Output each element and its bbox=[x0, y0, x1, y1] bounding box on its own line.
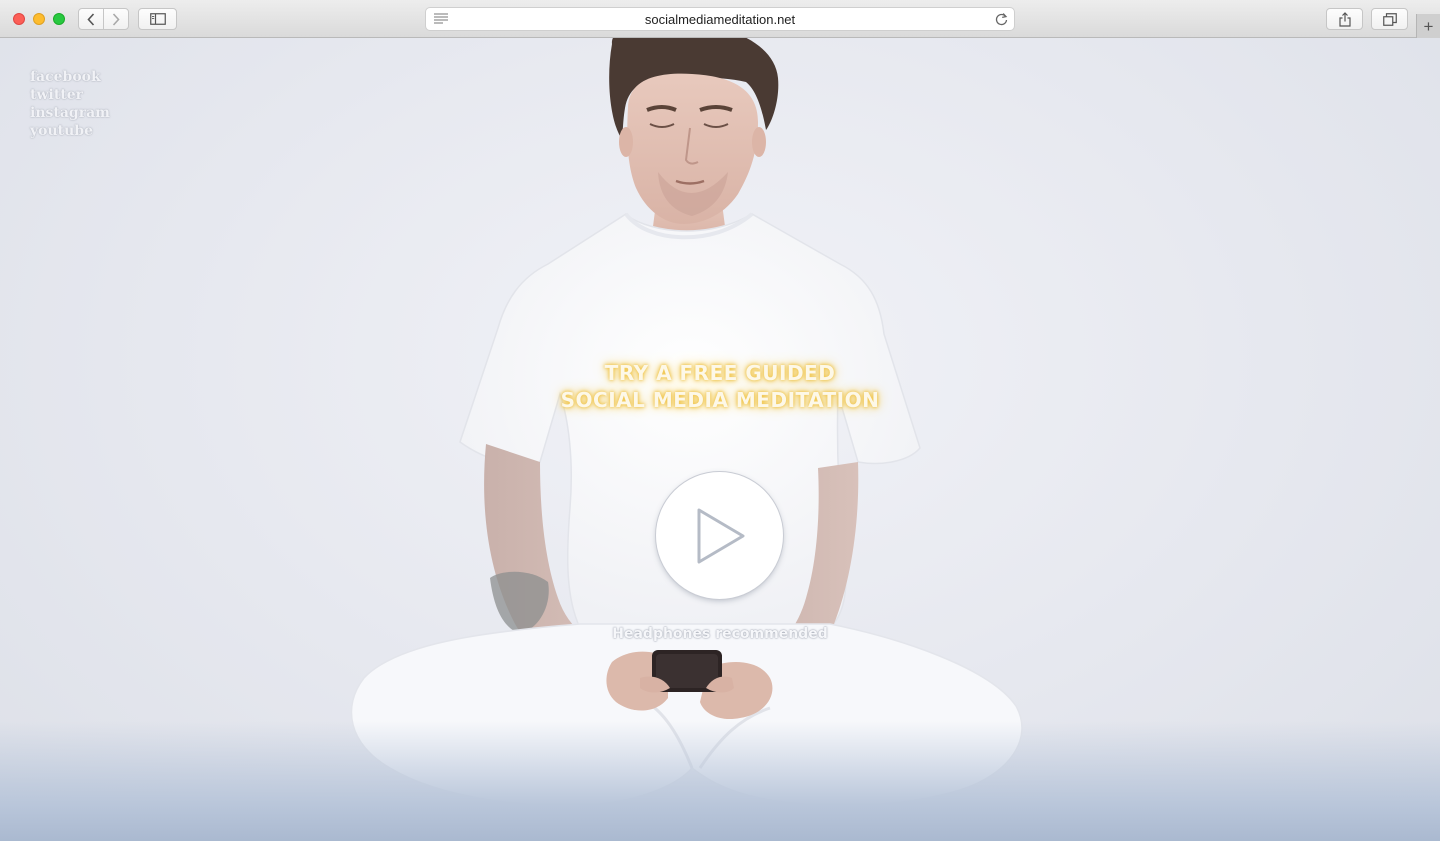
headline-line-2: SOCIAL MEDIA MEDITATION bbox=[560, 388, 880, 412]
chevron-left-icon bbox=[87, 12, 95, 26]
hero-headline: TRY A FREE GUIDED SOCIAL MEDIA MEDITATIO… bbox=[0, 360, 1440, 414]
zoom-window-button[interactable] bbox=[53, 13, 65, 25]
plus-icon: + bbox=[1423, 16, 1434, 36]
tabs-overview-button[interactable] bbox=[1371, 8, 1408, 30]
address-bar[interactable]: socialmediameditation.net bbox=[425, 7, 1015, 31]
browser-window: socialmediameditation.net + facebook twi… bbox=[0, 0, 1440, 841]
play-meditation-button[interactable] bbox=[656, 472, 783, 599]
twitter-link[interactable]: twitter bbox=[30, 86, 110, 104]
share-button[interactable] bbox=[1326, 8, 1363, 30]
minimize-window-button[interactable] bbox=[33, 13, 45, 25]
headline-line-1: TRY A FREE GUIDED bbox=[604, 361, 836, 385]
floor-gradient bbox=[0, 721, 1440, 841]
tabs-overview-icon bbox=[1382, 12, 1397, 26]
play-icon bbox=[697, 508, 744, 563]
headphones-note: Headphones recommended bbox=[612, 626, 828, 642]
history-navigation bbox=[78, 8, 129, 30]
sidebar-icon bbox=[149, 13, 166, 25]
page-viewport: facebook twitter instagram youtube TRY A… bbox=[0, 38, 1440, 841]
chevron-right-icon bbox=[112, 12, 120, 26]
new-tab-button[interactable]: + bbox=[1416, 14, 1440, 38]
close-window-button[interactable] bbox=[13, 13, 25, 25]
reload-icon[interactable] bbox=[995, 12, 1008, 26]
share-icon bbox=[1338, 11, 1351, 27]
social-links: facebook twitter instagram youtube bbox=[30, 68, 110, 140]
youtube-link[interactable]: youtube bbox=[30, 122, 110, 140]
back-button[interactable] bbox=[79, 9, 103, 29]
browser-toolbar: socialmediameditation.net + bbox=[0, 0, 1440, 38]
sidebar-button[interactable] bbox=[138, 8, 177, 30]
url-text[interactable]: socialmediameditation.net bbox=[426, 12, 1014, 27]
facebook-link[interactable]: facebook bbox=[30, 68, 110, 86]
forward-button[interactable] bbox=[104, 9, 128, 29]
instagram-link[interactable]: instagram bbox=[30, 104, 110, 122]
